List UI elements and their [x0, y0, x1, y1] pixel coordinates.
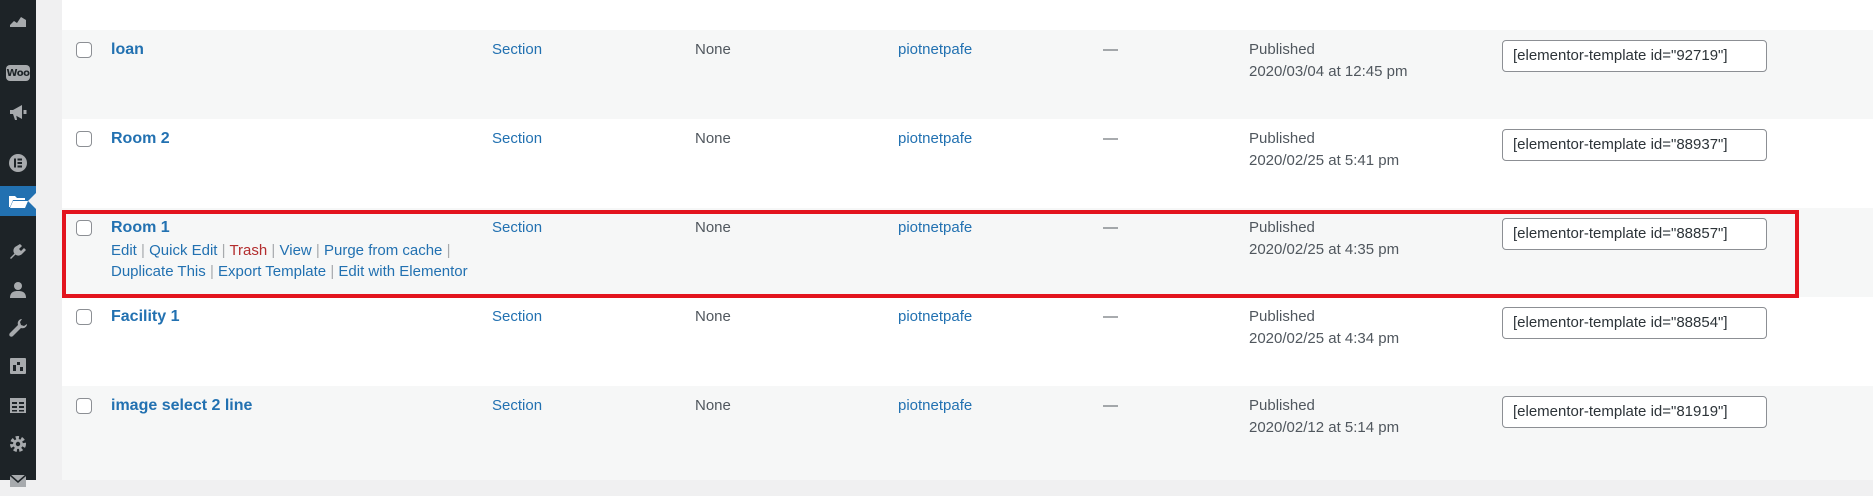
categories-value: — [1103, 308, 1118, 325]
date-text: 2020/02/25 at 4:34 pm [1249, 330, 1400, 347]
author-link[interactable]: piotnetpafe [898, 308, 972, 325]
highlight-box [62, 210, 1799, 298]
template-title-link[interactable]: image select 2 line [111, 397, 252, 415]
dashboard-icon[interactable] [0, 5, 36, 35]
date-cell: Published 2020/02/25 at 5:41 pm [1249, 128, 1399, 172]
template-title-link[interactable]: Room 2 [111, 130, 170, 148]
instances-value: None [695, 308, 731, 325]
instances-value: None [695, 130, 731, 147]
table-row: loan Section None piotnetpafe — Publishe… [62, 30, 1873, 119]
woocommerce-label: Woo [6, 65, 30, 81]
date-text: 2020/02/12 at 5:14 pm [1249, 419, 1400, 436]
admin-sidebar: Woo [0, 0, 37, 487]
settings-gear-icon[interactable] [0, 429, 36, 459]
table-row: Facility 1 Section None piotnetpafe — Pu… [62, 297, 1873, 386]
status-text: Published [1249, 397, 1315, 414]
date-text: 2020/03/04 at 12:45 pm [1249, 63, 1408, 80]
status-text: Published [1249, 130, 1315, 147]
author-link[interactable]: piotnetpafe [898, 41, 972, 58]
date-cell: Published 2020/02/12 at 5:14 pm [1249, 395, 1399, 439]
template-type-link[interactable]: Section [492, 130, 542, 147]
date-cell: Published 2020/02/25 at 4:34 pm [1249, 306, 1399, 350]
megaphone-icon[interactable] [0, 97, 36, 127]
add-ons-icon[interactable] [0, 351, 36, 381]
template-type-link[interactable]: Section [492, 41, 542, 58]
categories-value: — [1103, 41, 1118, 58]
instances-value: None [695, 397, 731, 414]
table-row: Room 2 Section None piotnetpafe — Publis… [62, 119, 1873, 208]
table-row: image select 2 line Section None piotnet… [62, 386, 1873, 480]
template-title-link[interactable]: Facility 1 [111, 308, 179, 326]
shortcode-field[interactable]: [elementor-template id="81919"] [1502, 396, 1767, 428]
elementor-icon[interactable] [0, 148, 36, 178]
author-link[interactable]: piotnetpafe [898, 130, 972, 147]
table-top-row [62, 0, 1873, 30]
row-checkbox[interactable] [76, 398, 92, 414]
calendar-table-icon[interactable] [0, 390, 36, 420]
row-checkbox[interactable] [76, 131, 92, 147]
users-icon[interactable] [0, 275, 36, 305]
shortcode-field[interactable]: [elementor-template id="92719"] [1502, 40, 1767, 72]
mail-icon[interactable] [0, 466, 36, 496]
categories-value: — [1103, 397, 1118, 414]
date-cell: Published 2020/03/04 at 12:45 pm [1249, 39, 1407, 83]
date-text: 2020/02/25 at 5:41 pm [1249, 152, 1400, 169]
tools-icon[interactable] [0, 313, 36, 343]
row-checkbox[interactable] [76, 309, 92, 325]
status-text: Published [1249, 41, 1315, 58]
plugins-icon[interactable] [0, 237, 36, 267]
template-type-link[interactable]: Section [492, 308, 542, 325]
templates-folder-icon[interactable] [0, 186, 37, 216]
shortcode-field[interactable]: [elementor-template id="88854"] [1502, 307, 1767, 339]
instances-value: None [695, 41, 731, 58]
categories-value: — [1103, 130, 1118, 147]
author-link[interactable]: piotnetpafe [898, 397, 972, 414]
shortcode-field[interactable]: [elementor-template id="88937"] [1502, 129, 1767, 161]
template-title-link[interactable]: loan [111, 41, 144, 59]
woocommerce-icon[interactable]: Woo [0, 58, 36, 88]
template-type-link[interactable]: Section [492, 397, 542, 414]
status-text: Published [1249, 308, 1315, 325]
row-checkbox[interactable] [76, 42, 92, 58]
